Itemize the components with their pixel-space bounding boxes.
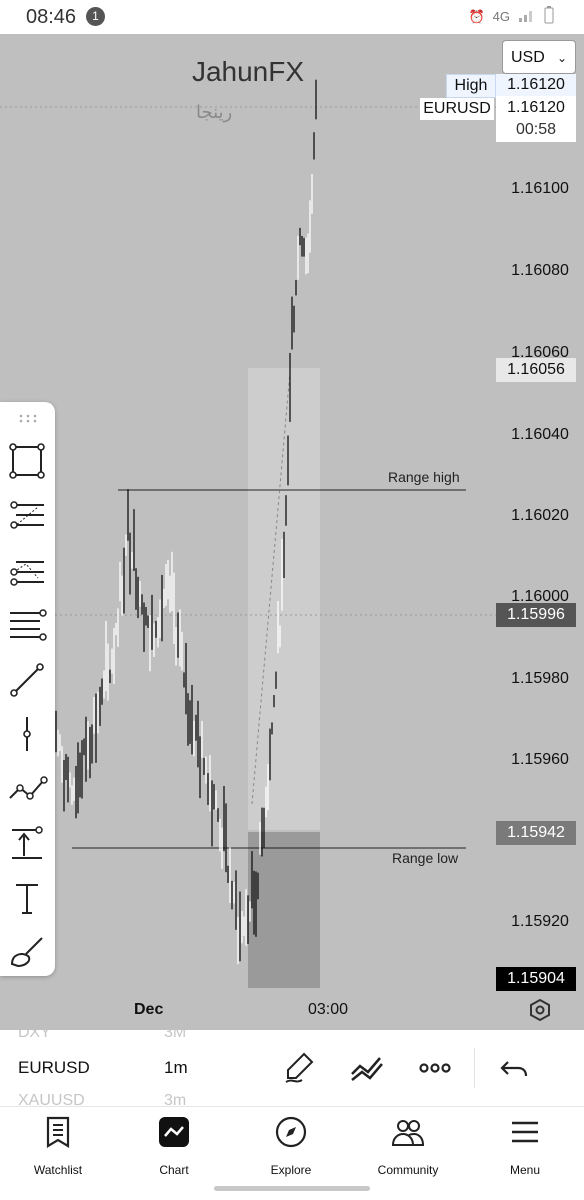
bar-countdown: 00:58 bbox=[515, 121, 557, 138]
nav-chart[interactable]: Chart bbox=[129, 1115, 219, 1181]
nav-label: Watchlist bbox=[33, 1163, 83, 1177]
currency-select[interactable]: USD ⌄ bbox=[502, 40, 576, 74]
trend-line-icon[interactable] bbox=[6, 659, 48, 701]
status-time: 08:46 bbox=[26, 6, 77, 28]
chart-canvas[interactable]: JahunFX رینجا USD ⌄ High 1.16120 EURUSD … bbox=[0, 34, 584, 1030]
rectangle-tool-icon[interactable] bbox=[6, 440, 48, 482]
watchlist-timeframe[interactable]: 3M bbox=[164, 1030, 186, 1042]
legend-symbol-box: 1.16120 00:58 bbox=[496, 96, 576, 142]
range-box-lower[interactable] bbox=[248, 832, 320, 988]
price-tag-current: 1.15996 bbox=[496, 603, 576, 627]
active-symbol[interactable]: EURUSD bbox=[18, 1058, 90, 1078]
price-tag-range-bottom: 1.15942 bbox=[496, 821, 576, 845]
watchlist-icon bbox=[41, 1115, 75, 1149]
price-axis-label: 1.16020 bbox=[511, 507, 569, 524]
watchlist-timeframe[interactable]: 3m bbox=[164, 1092, 186, 1106]
watchlist-symbol[interactable]: DXY bbox=[18, 1030, 51, 1042]
price-axis-label: 1.15980 bbox=[511, 670, 569, 687]
parallel-lines-icon[interactable] bbox=[6, 604, 48, 646]
nav-menu[interactable]: Menu bbox=[480, 1115, 570, 1181]
path-icon[interactable] bbox=[6, 768, 48, 810]
price-axis-label: 1.16080 bbox=[511, 262, 569, 279]
community-icon bbox=[391, 1115, 425, 1149]
range-low-label[interactable]: Range low bbox=[392, 850, 458, 866]
status-icons: ⏰ 4G bbox=[468, 6, 554, 27]
indicators-icon[interactable] bbox=[350, 1050, 384, 1084]
nav-watchlist[interactable]: Watchlist bbox=[13, 1115, 103, 1181]
compass-icon bbox=[274, 1115, 308, 1149]
range-high-label[interactable]: Range high bbox=[388, 469, 460, 485]
time-axis-label: 03:00 bbox=[308, 1001, 349, 1018]
divider bbox=[474, 1048, 475, 1088]
legend-high-value: 1.16120 bbox=[496, 74, 576, 96]
alarm-icon: ⏰ bbox=[468, 8, 485, 24]
network-label: 4G bbox=[492, 9, 510, 24]
nav-community[interactable]: Community bbox=[363, 1115, 453, 1181]
legend-high-label: High bbox=[446, 74, 496, 98]
undo-icon[interactable] bbox=[498, 1050, 532, 1084]
notification-badge: 1 bbox=[86, 7, 105, 26]
brush-icon[interactable] bbox=[6, 930, 48, 972]
price-axis-label: 1.16040 bbox=[511, 426, 569, 443]
price-chart[interactable] bbox=[0, 34, 584, 1030]
symbol-switcher[interactable]: DXY 3M EURUSD 1m XAUUSD 3m bbox=[0, 1030, 584, 1106]
home-indicator bbox=[214, 1186, 370, 1191]
chart-icon bbox=[157, 1115, 191, 1149]
chart-settings-icon[interactable] bbox=[528, 998, 552, 1022]
currency-value: USD bbox=[511, 49, 545, 66]
more-options-icon[interactable] bbox=[418, 1050, 452, 1084]
vertical-line-icon[interactable] bbox=[6, 713, 48, 755]
nav-label: Chart bbox=[159, 1163, 189, 1177]
chart-title: JahunFX bbox=[191, 56, 305, 87]
price-tag-low: 1.15904 bbox=[496, 967, 576, 991]
price-tag-range-top: 1.16056 bbox=[496, 358, 576, 382]
nav-label: Explore bbox=[270, 1163, 312, 1177]
chevron-down-icon: ⌄ bbox=[556, 51, 567, 65]
hamburger-icon bbox=[508, 1115, 542, 1149]
price-axis-label: 1.16100 bbox=[511, 180, 569, 197]
active-timeframe[interactable]: 1m bbox=[164, 1058, 188, 1078]
fib-extension-icon[interactable] bbox=[6, 550, 48, 592]
legend-symbol: EURUSD bbox=[420, 98, 494, 120]
battery-icon bbox=[544, 6, 554, 27]
watchlist-symbol[interactable]: XAUUSD bbox=[18, 1092, 85, 1106]
status-bar: 08:46 1 ⏰ 4G bbox=[0, 0, 584, 34]
signal-icon bbox=[518, 7, 536, 26]
price-axis-label: 1.15920 bbox=[511, 913, 569, 930]
nav-label: Community bbox=[377, 1163, 439, 1177]
legend-symbol-value: 1.16120 bbox=[507, 99, 565, 116]
watermark-logo: رینجا bbox=[196, 102, 233, 123]
drag-handle-icon[interactable] bbox=[18, 410, 38, 423]
pen-drawing-icon[interactable] bbox=[282, 1050, 316, 1084]
drawing-toolbar bbox=[0, 402, 55, 976]
nav-label: Menu bbox=[509, 1163, 541, 1177]
text-tool-icon[interactable] bbox=[6, 877, 48, 919]
time-axis-label: Dec bbox=[134, 1001, 164, 1018]
price-axis-label: 1.15960 bbox=[511, 751, 569, 768]
nav-explore[interactable]: Explore bbox=[246, 1115, 336, 1181]
measure-icon[interactable] bbox=[6, 822, 48, 864]
fib-retracement-icon[interactable] bbox=[6, 495, 48, 537]
